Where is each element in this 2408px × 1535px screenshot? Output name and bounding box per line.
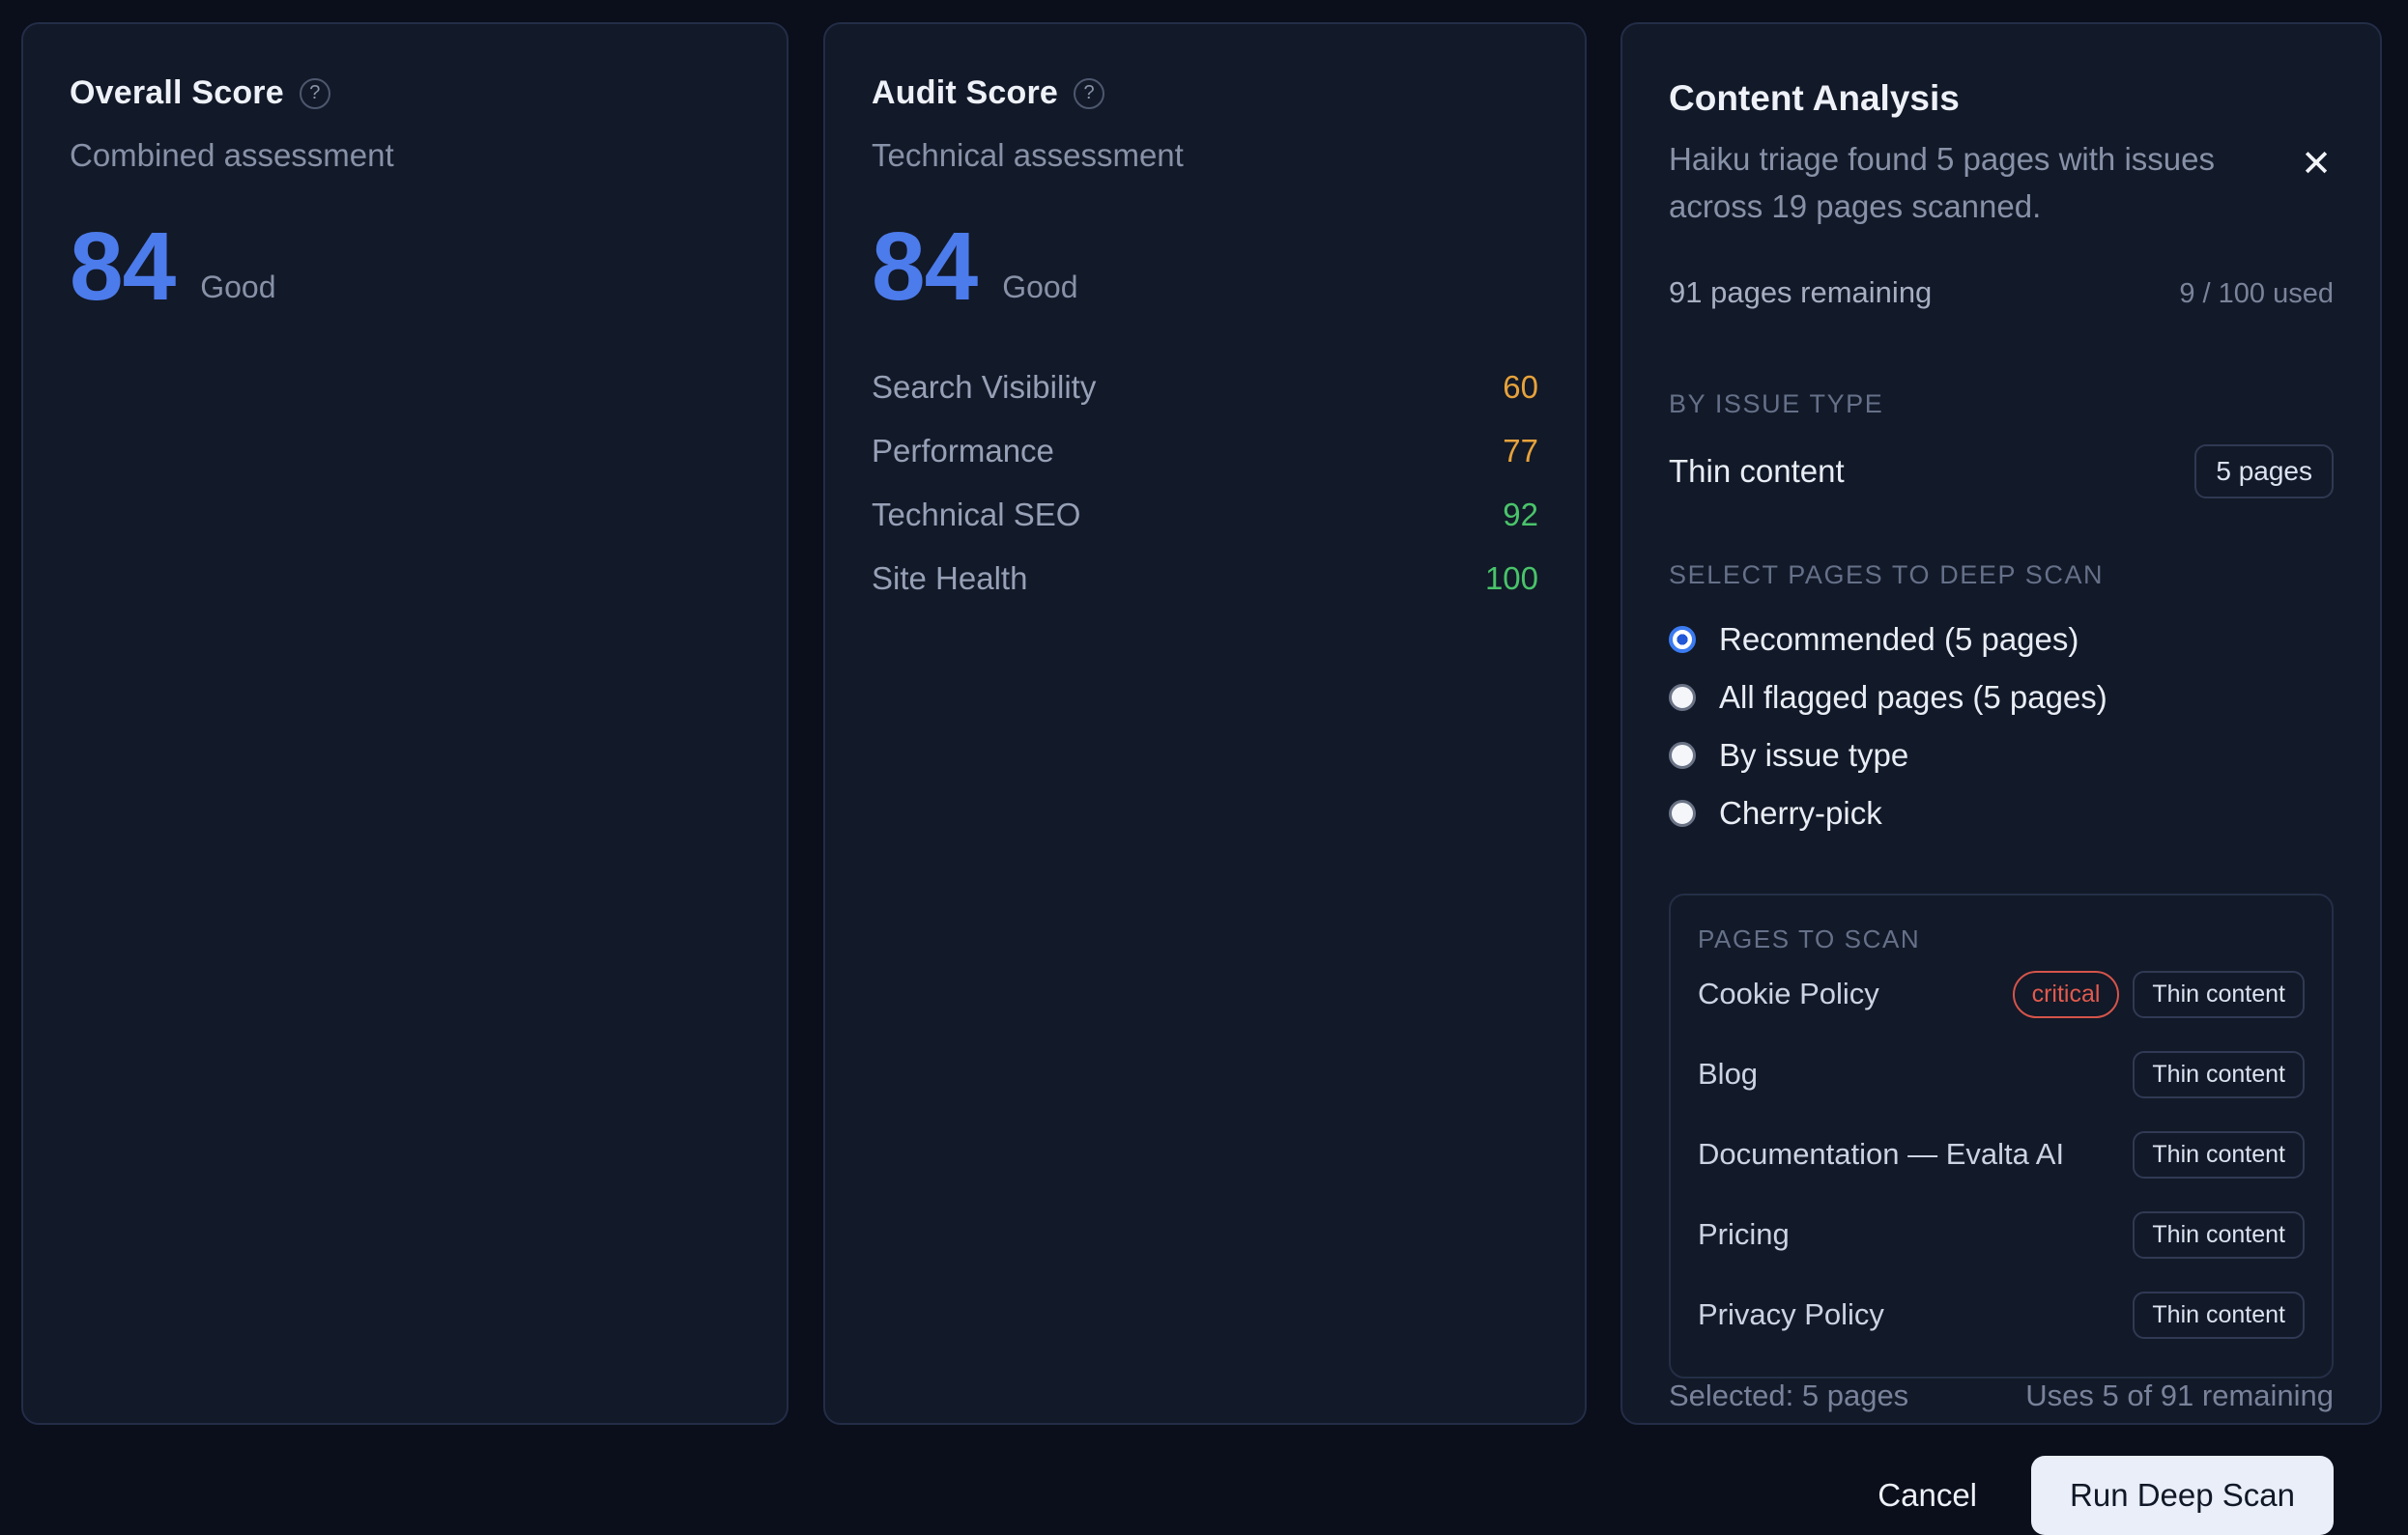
pages-used-label: 9 / 100 used: [2179, 278, 2334, 310]
metric-label: Site Health: [872, 560, 1027, 597]
content-analysis-card: ✕ Content Analysis Haiku triage found 5 …: [1620, 22, 2382, 1425]
critical-badge: critical: [2013, 971, 2120, 1018]
cancel-button[interactable]: Cancel: [1878, 1477, 1977, 1514]
audit-score-value: 84: [872, 224, 977, 309]
overall-score-header: Overall Score ?: [70, 74, 740, 112]
metric-label: Technical SEO: [872, 497, 1080, 533]
audit-score-value-row: 84 Good: [872, 224, 1538, 309]
audit-score-subtitle: Technical assessment: [872, 137, 1538, 174]
overall-score-subtitle: Combined assessment: [70, 137, 740, 174]
radio-option-cherry-pick[interactable]: Cherry-pick: [1669, 795, 2334, 832]
page-name: Privacy Policy: [1698, 1297, 1884, 1332]
page-badges: critical Thin content: [2013, 971, 2305, 1018]
page-row-documentation: Documentation — Evalta AI Thin content: [1698, 1115, 2305, 1195]
metric-label: Search Visibility: [872, 369, 1096, 406]
help-icon[interactable]: ?: [300, 78, 330, 109]
issue-type-row: Thin content 5 pages: [1669, 444, 2334, 498]
radio-option-all-flagged[interactable]: All flagged pages (5 pages): [1669, 679, 2334, 716]
content-analysis-description: Haiku triage found 5 pages with issues a…: [1669, 136, 2287, 231]
page-row-privacy-policy: Privacy Policy Thin content: [1698, 1275, 2305, 1355]
overall-score-value: 84: [70, 224, 175, 309]
close-icon[interactable]: ✕: [2295, 142, 2337, 185]
metric-value: 100: [1485, 560, 1538, 597]
radio-option-recommended[interactable]: Recommended (5 pages): [1669, 621, 2334, 658]
radio-option-label: Recommended (5 pages): [1719, 621, 2078, 658]
page-row-cookie-policy: Cookie Policy critical Thin content: [1698, 954, 2305, 1035]
page-badges: Thin content: [2133, 1051, 2305, 1098]
page-row-pricing: Pricing Thin content: [1698, 1195, 2305, 1275]
page-badges: Thin content: [2133, 1211, 2305, 1259]
audit-score-header: Audit Score ?: [872, 74, 1538, 112]
radio-option-label: All flagged pages (5 pages): [1719, 679, 2107, 716]
audit-metrics-list: Search Visibility 60 Performance 77 Tech…: [872, 369, 1538, 624]
pages-remaining-label: 91 pages remaining: [1669, 275, 1932, 310]
selection-summary-row: Selected: 5 pages Uses 5 of 91 remaining: [1669, 1379, 2334, 1413]
issue-type-name: Thin content: [1669, 453, 1845, 490]
metric-value: 92: [1503, 497, 1538, 533]
overall-score-value-row: 84 Good: [70, 224, 740, 309]
overall-score-rating: Good: [200, 270, 275, 309]
issue-tag-badge: Thin content: [2133, 1292, 2305, 1339]
metric-value: 60: [1503, 369, 1538, 406]
audit-score-card: Audit Score ? Technical assessment 84 Go…: [823, 22, 1587, 1425]
radio-option-label: By issue type: [1719, 737, 1908, 774]
audit-score-rating: Good: [1002, 270, 1077, 309]
content-analysis-footer: Selected: 5 pages Uses 5 of 91 remaining…: [1669, 1379, 2334, 1535]
page-row-blog: Blog Thin content: [1698, 1035, 2305, 1115]
audit-score-title: Audit Score: [872, 74, 1058, 112]
uses-remaining-label: Uses 5 of 91 remaining: [2025, 1379, 2334, 1413]
page-badges: Thin content: [2133, 1131, 2305, 1179]
page-name: Cookie Policy: [1698, 977, 1879, 1011]
page-name: Documentation — Evalta AI: [1698, 1137, 2064, 1172]
select-pages-label: SELECT PAGES TO DEEP SCAN: [1669, 560, 2334, 590]
radio-unselected-icon[interactable]: [1669, 800, 1696, 827]
radio-option-label: Cherry-pick: [1719, 795, 1882, 832]
radio-unselected-icon[interactable]: [1669, 684, 1696, 711]
radio-option-by-issue-type[interactable]: By issue type: [1669, 737, 2334, 774]
overall-score-card: Overall Score ? Combined assessment 84 G…: [21, 22, 788, 1425]
by-issue-type-label: BY ISSUE TYPE: [1669, 389, 2334, 419]
help-icon[interactable]: ?: [1074, 78, 1104, 109]
metric-row-search-visibility: Search Visibility 60: [872, 369, 1538, 406]
metric-row-site-health: Site Health 100: [872, 560, 1538, 597]
overall-score-title: Overall Score: [70, 74, 284, 112]
radio-selected-icon[interactable]: [1669, 626, 1696, 653]
issue-tag-badge: Thin content: [2133, 971, 2305, 1018]
page-name: Pricing: [1698, 1217, 1790, 1252]
radio-unselected-icon[interactable]: [1669, 742, 1696, 769]
issue-tag-badge: Thin content: [2133, 1131, 2305, 1179]
selected-count-label: Selected: 5 pages: [1669, 1379, 1908, 1413]
page-badges: Thin content: [2133, 1292, 2305, 1339]
scan-mode-radio-group: Recommended (5 pages) All flagged pages …: [1669, 621, 2334, 853]
page-name: Blog: [1698, 1057, 1758, 1092]
run-deep-scan-button[interactable]: Run Deep Scan: [2031, 1456, 2334, 1535]
issue-tag-badge: Thin content: [2133, 1211, 2305, 1259]
quota-row: 91 pages remaining 9 / 100 used: [1669, 275, 2334, 310]
issue-tag-badge: Thin content: [2133, 1051, 2305, 1098]
issue-count-badge: 5 pages: [2194, 444, 2334, 498]
metric-label: Performance: [872, 433, 1054, 469]
metric-value: 77: [1503, 433, 1538, 469]
pages-to-scan-box: PAGES TO SCAN Cookie Policy critical Thi…: [1669, 894, 2334, 1379]
action-buttons-row: Cancel Run Deep Scan: [1669, 1456, 2334, 1535]
metric-row-performance: Performance 77: [872, 433, 1538, 469]
metric-row-technical-seo: Technical SEO 92: [872, 497, 1538, 533]
pages-to-scan-label: PAGES TO SCAN: [1698, 924, 2305, 954]
content-analysis-title: Content Analysis: [1669, 78, 2334, 119]
